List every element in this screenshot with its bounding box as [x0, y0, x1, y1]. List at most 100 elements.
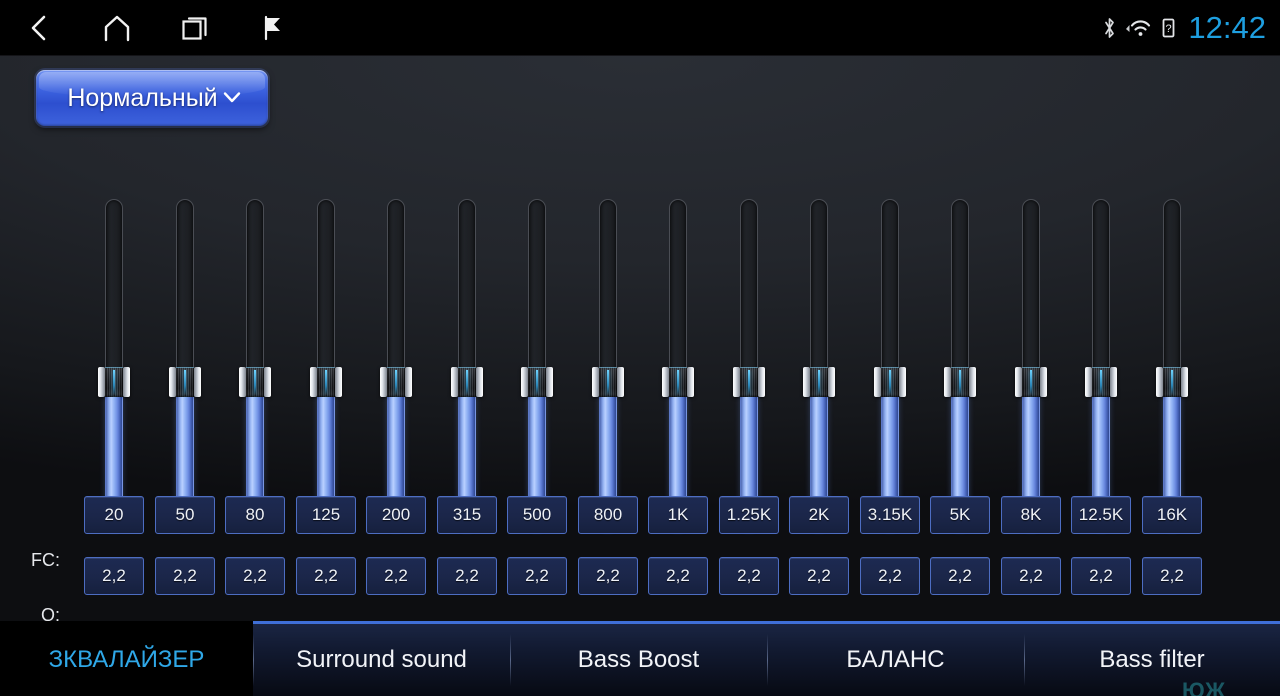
slider-thumb[interactable] — [662, 367, 694, 397]
q-value-cell[interactable]: 2,2 — [296, 557, 356, 595]
slider-thumb-ear-left — [168, 367, 176, 397]
slider-thumb-ear-right — [616, 367, 624, 397]
slider-thumb-ear-left — [521, 367, 528, 397]
fc-value-cell[interactable]: 1K — [648, 496, 708, 534]
q-value-cell[interactable]: 2,2 — [719, 557, 779, 595]
q-value-cell[interactable]: 2,2 — [366, 557, 426, 595]
tab-4[interactable]: БАЛАНС — [767, 621, 1024, 696]
q-value-cell[interactable]: 2,2 — [1071, 557, 1131, 595]
fc-value-cell[interactable]: 8K — [1001, 496, 1061, 534]
slider-thumb-ear-left — [239, 367, 246, 397]
band-slider[interactable] — [1014, 199, 1047, 531]
slider-thumb[interactable] — [380, 367, 412, 397]
fc-value-cell[interactable]: 12.5K — [1071, 496, 1131, 534]
slider-thumb-ear-left — [1155, 367, 1163, 397]
fc-value-cell[interactable]: 80 — [225, 496, 285, 534]
slider-thumb-body — [598, 367, 617, 397]
slider-thumb-body — [1092, 367, 1110, 397]
fc-value-cell[interactable]: 500 — [507, 496, 567, 534]
fc-value-cell[interactable]: 2K — [789, 496, 849, 534]
slider-thumb[interactable] — [98, 367, 130, 397]
fc-value-cell[interactable]: 800 — [578, 496, 638, 534]
slider-thumb-ear-left — [732, 367, 740, 397]
q-value-cell[interactable]: 2,2 — [84, 557, 144, 595]
slider-thumb-body — [1162, 367, 1181, 397]
fc-value-cell[interactable]: 3.15K — [860, 496, 920, 534]
band-slider[interactable] — [591, 199, 624, 531]
fc-row-label: FC: — [31, 550, 60, 570]
band-slider[interactable] — [239, 199, 271, 531]
bluetooth-icon — [1102, 16, 1117, 40]
slider-thumb[interactable] — [450, 367, 483, 397]
fc-value-cell[interactable]: 1.25K — [719, 496, 779, 534]
slider-thumb-ear-left — [591, 367, 599, 397]
fc-value-cell[interactable]: 50 — [155, 496, 215, 534]
slider-thumb-ear-right — [757, 367, 765, 397]
slider-thumb-body — [739, 367, 758, 397]
q-value-cell[interactable]: 2,2 — [1001, 557, 1061, 595]
slider-thumb-ear-left — [380, 367, 387, 397]
band-slider[interactable] — [1155, 199, 1188, 531]
tab-2[interactable]: Surround sound — [253, 621, 510, 696]
q-value-cell[interactable]: 2,2 — [155, 557, 215, 595]
flag-icon[interactable] — [234, 0, 312, 56]
slider-thumb[interactable] — [803, 367, 835, 397]
q-value-cell[interactable]: 2,2 — [507, 557, 567, 595]
slider-thumb[interactable] — [168, 367, 201, 397]
q-value-cell[interactable]: 2,2 — [930, 557, 990, 595]
q-value-cell[interactable]: 2,2 — [225, 557, 285, 595]
slider-thumb-ear-left — [98, 367, 105, 397]
slider-thumb-ear-left — [309, 367, 317, 397]
slider-thumb[interactable] — [521, 367, 553, 397]
q-value-cell[interactable]: 2,2 — [1142, 557, 1202, 595]
tab-3[interactable]: Bass Boost — [510, 621, 767, 696]
tab-5[interactable]: Bass filter — [1024, 621, 1280, 696]
fc-value-cell[interactable]: 125 — [296, 496, 356, 534]
slider-thumb[interactable] — [1155, 367, 1188, 397]
q-value-cell[interactable]: 2,2 — [648, 557, 708, 595]
sim-unknown-icon: ? — [1161, 17, 1176, 39]
slider-thumb-body — [880, 367, 899, 397]
band-slider[interactable] — [168, 199, 201, 531]
band-slider[interactable] — [803, 199, 835, 531]
recents-icon[interactable] — [156, 0, 234, 56]
slider-thumb[interactable] — [944, 367, 976, 397]
slider-thumb[interactable] — [732, 367, 765, 397]
q-value-cell[interactable]: 2,2 — [789, 557, 849, 595]
slider-thumb-body — [175, 367, 194, 397]
slider-thumb-ear-right — [898, 367, 906, 397]
slider-thumb-ear-right — [828, 367, 835, 397]
slider-thumb[interactable] — [591, 367, 624, 397]
slider-thumb-body — [810, 367, 828, 397]
band-slider[interactable] — [1085, 199, 1117, 531]
q-value-cell[interactable]: 2,2 — [437, 557, 497, 595]
fc-value-cell[interactable]: 200 — [366, 496, 426, 534]
tab-1[interactable]: ЗКВАЛАЙЗЕР — [0, 621, 253, 696]
q-value-cell[interactable]: 2,2 — [578, 557, 638, 595]
band-slider[interactable] — [732, 199, 765, 531]
fc-value-cell[interactable]: 16K — [1142, 496, 1202, 534]
slider-thumb[interactable] — [309, 367, 342, 397]
preset-label: Нормальный — [67, 83, 218, 112]
band-slider[interactable] — [873, 199, 906, 531]
back-icon[interactable] — [0, 0, 78, 56]
home-icon[interactable] — [78, 0, 156, 56]
fc-value-cell[interactable]: 315 — [437, 496, 497, 534]
slider-thumb-ear-right — [687, 367, 694, 397]
band-slider[interactable] — [380, 199, 412, 531]
q-value-cell[interactable]: 2,2 — [860, 557, 920, 595]
band-slider[interactable] — [662, 199, 694, 531]
slider-thumb[interactable] — [239, 367, 271, 397]
slider-thumb[interactable] — [1014, 367, 1047, 397]
band-slider[interactable] — [521, 199, 553, 531]
slider-thumb[interactable] — [1085, 367, 1117, 397]
fc-value-cell[interactable]: 5K — [930, 496, 990, 534]
status-clock: 12:42 — [1188, 9, 1266, 45]
slider-thumb[interactable] — [873, 367, 906, 397]
band-slider[interactable] — [98, 199, 130, 531]
fc-value-cell[interactable]: 20 — [84, 496, 144, 534]
status-icons: ? 12:42 — [1102, 0, 1266, 56]
band-slider[interactable] — [309, 199, 342, 531]
band-slider[interactable] — [450, 199, 483, 531]
band-slider[interactable] — [944, 199, 976, 531]
